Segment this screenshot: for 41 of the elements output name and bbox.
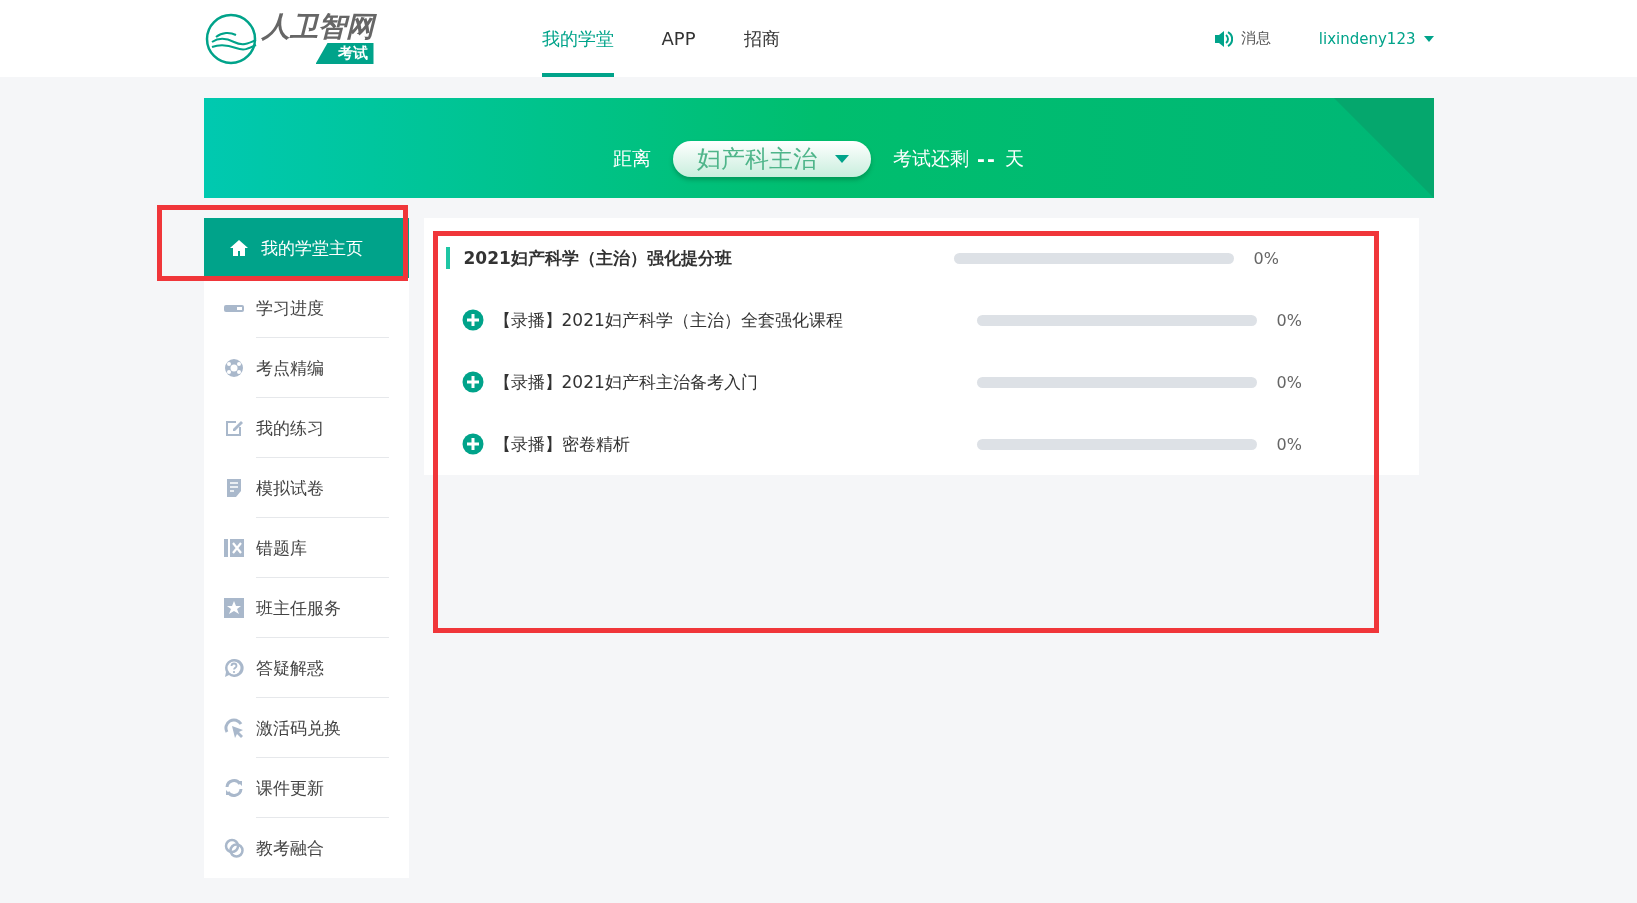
messages-link[interactable]: 消息 (1240, 29, 1271, 48)
nav-tab[interactable]: APP (661, 0, 696, 77)
sidebar-item[interactable]: 课件更新 (203, 758, 409, 818)
refresh-icon (223, 778, 244, 798)
progress-percent: 0% (1276, 434, 1302, 454)
sidebar-item[interactable]: 学习进度 (203, 278, 409, 338)
days-count: -- (977, 148, 997, 170)
logo-tag: 考试 (315, 43, 374, 64)
caret-icon (835, 155, 850, 163)
banner-label: 天 (1004, 146, 1024, 171)
progress-percent: 0% (1253, 248, 1279, 268)
help-bubble-icon (223, 658, 244, 678)
course-title[interactable]: 【录播】密卷精析 (493, 432, 974, 456)
nav-tab[interactable]: 招商 (743, 0, 780, 77)
expand-plus-icon[interactable] (461, 371, 484, 393)
lifebuoy-icon (223, 358, 244, 378)
caret-icon[interactable] (1423, 35, 1434, 42)
course-title[interactable]: 【录播】2021妇产科主治备考入门 (493, 370, 974, 394)
overlapping-circles-icon (223, 838, 244, 858)
sidebar-item[interactable]: 激活码兑换 (203, 698, 409, 758)
progress-percent: 0% (1276, 372, 1302, 392)
x-box-icon (223, 538, 244, 558)
sidebar-item[interactable]: 班主任服务 (203, 578, 409, 638)
sidebar-item[interactable]: 教考融合 (203, 818, 409, 878)
cursor-icon (223, 718, 244, 738)
sidebar-item[interactable]: 模拟试卷 (203, 458, 409, 518)
sidebar-item[interactable]: 答疑解惑 (203, 638, 409, 698)
logo-emblem-icon (203, 11, 258, 66)
sidebar-item[interactable]: 考点精编 (203, 338, 409, 398)
progress-percent: 0% (1276, 310, 1302, 330)
banner-label: 距离 (613, 146, 652, 171)
edit-icon (223, 418, 244, 438)
speaker-icon[interactable] (1212, 28, 1233, 49)
expand-plus-icon[interactable] (461, 433, 484, 455)
banner-label: 考试还剩 (893, 146, 970, 171)
course-title[interactable]: 【录播】2021妇产科学（主治）全套强化课程 (493, 308, 974, 332)
sidebar-item[interactable]: 我的练习 (203, 398, 409, 458)
expand-plus-icon[interactable] (461, 309, 484, 331)
class-title: 2021妇产科学（主治）强化提分班 (463, 246, 733, 270)
sidebar-item[interactable]: 错题库 (203, 518, 409, 578)
home-icon (228, 238, 249, 258)
